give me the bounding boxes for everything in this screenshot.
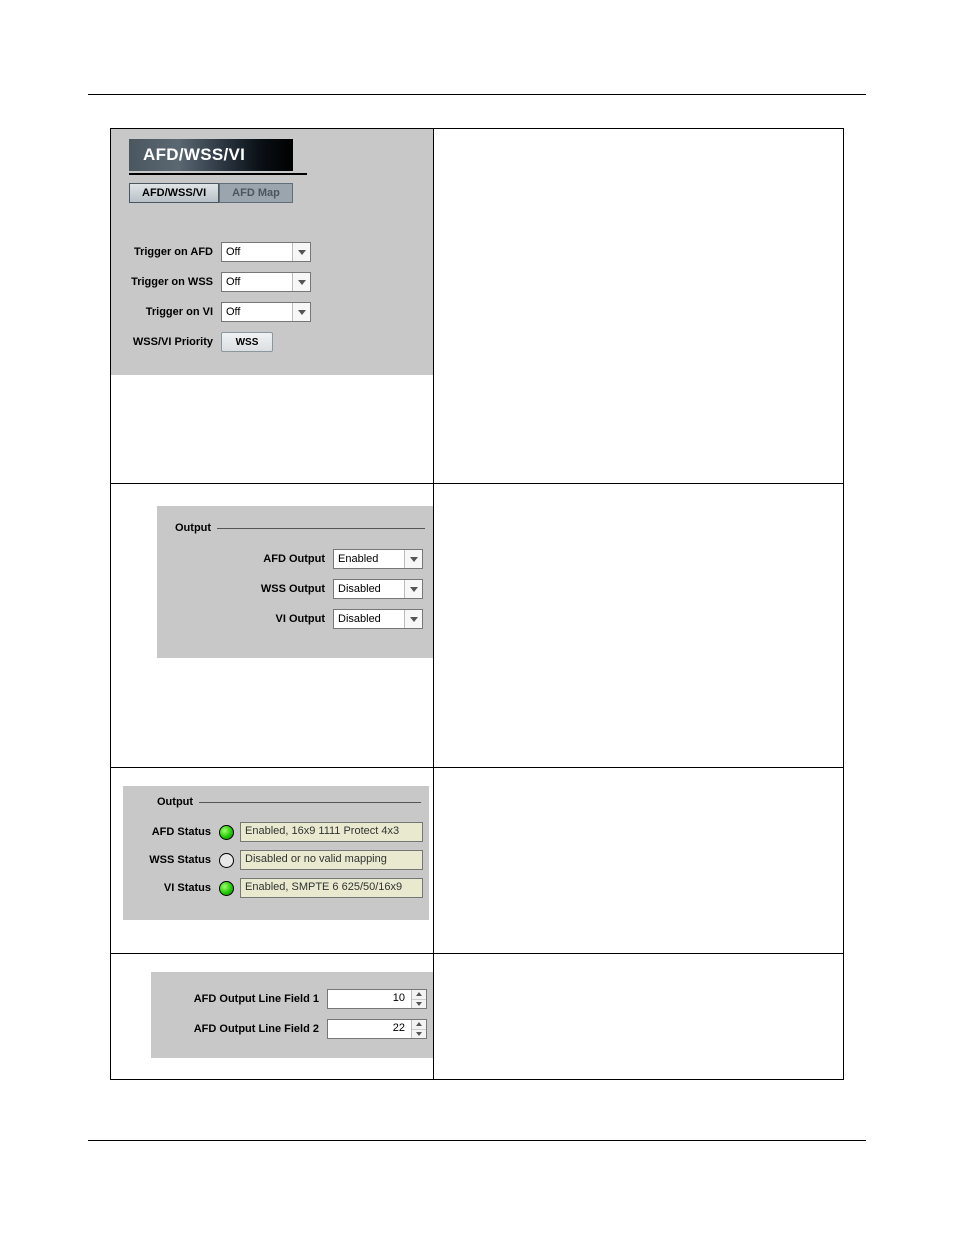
afd-status-label: AFD Status (129, 826, 219, 838)
status-led-icon (219, 825, 234, 840)
trigger-afd-label: Trigger on AFD (117, 246, 221, 258)
afd-line-f1-value: 10 (328, 990, 411, 1008)
trigger-vi-value: Off (222, 306, 292, 318)
config-table: AFD/WSS/VI AFD/WSS/VI AFD Map Trigger on… (110, 128, 844, 1080)
panel-header: AFD/WSS/VI AFD/WSS/VI AFD Map (111, 129, 433, 215)
wss-output-dropdown[interactable]: Disabled (333, 579, 423, 599)
output-heading: Output (175, 522, 217, 534)
chevron-down-icon (404, 610, 422, 628)
wss-status-value: Disabled or no valid mapping (240, 850, 423, 870)
trigger-group: Trigger on AFD Off Trigger on WSS Off Tr… (111, 215, 433, 375)
status-led-icon (219, 881, 234, 896)
afd-line-f2-spinner[interactable]: 22 (327, 1019, 427, 1039)
afd-status-value: Enabled, 16x9 1111 Protect 4x3 (240, 822, 423, 842)
caret-up-icon[interactable] (412, 990, 426, 1000)
afd-line-group: AFD Output Line Field 1 10 AFD Output Li… (151, 972, 433, 1058)
wss-output-value: Disabled (334, 583, 404, 595)
afd-output-dropdown[interactable]: Enabled (333, 549, 423, 569)
tab-afd-map[interactable]: AFD Map (219, 183, 293, 203)
priority-label: WSS/VI Priority (117, 336, 221, 348)
trigger-afd-value: Off (222, 246, 292, 258)
vi-status-value: Enabled, SMPTE 6 625/50/16x9 (240, 878, 423, 898)
vi-output-dropdown[interactable]: Disabled (333, 609, 423, 629)
chevron-down-icon (404, 580, 422, 598)
priority-toggle[interactable]: WSS (221, 332, 273, 352)
afd-output-value: Enabled (334, 553, 404, 565)
trigger-vi-dropdown[interactable]: Off (221, 302, 311, 322)
trigger-wss-label: Trigger on WSS (117, 276, 221, 288)
trigger-wss-dropdown[interactable]: Off (221, 272, 311, 292)
wss-output-label: WSS Output (163, 583, 333, 595)
wss-status-label: WSS Status (129, 854, 219, 866)
output-status-group: Output AFD Status Enabled, 16x9 1111 Pro… (123, 786, 429, 920)
chevron-down-icon (292, 303, 310, 321)
caret-up-icon[interactable] (412, 1020, 426, 1030)
trigger-afd-dropdown[interactable]: Off (221, 242, 311, 262)
output-status-heading: Output (157, 796, 199, 808)
afd-line-f2-value: 22 (328, 1020, 411, 1038)
chevron-down-icon (404, 550, 422, 568)
tab-row: AFD/WSS/VI AFD Map (129, 183, 415, 203)
afd-output-label: AFD Output (163, 553, 333, 565)
caret-down-icon[interactable] (412, 1000, 426, 1009)
afd-line-f2-label: AFD Output Line Field 2 (157, 1023, 327, 1035)
status-led-icon (219, 853, 234, 868)
afd-line-f1-label: AFD Output Line Field 1 (157, 993, 327, 1005)
afd-line-f1-spinner[interactable]: 10 (327, 989, 427, 1009)
trigger-vi-label: Trigger on VI (117, 306, 221, 318)
vi-status-label: VI Status (129, 882, 219, 894)
vi-output-label: VI Output (163, 613, 333, 625)
chevron-down-icon (292, 243, 310, 261)
tab-afd-wss-vi[interactable]: AFD/WSS/VI (129, 183, 219, 203)
caret-down-icon[interactable] (412, 1030, 426, 1039)
output-control-group: Output AFD Output Enabled WSS Output Dis… (157, 506, 433, 658)
vi-output-value: Disabled (334, 613, 404, 625)
panel-title: AFD/WSS/VI (129, 139, 293, 171)
chevron-down-icon (292, 273, 310, 291)
trigger-wss-value: Off (222, 276, 292, 288)
